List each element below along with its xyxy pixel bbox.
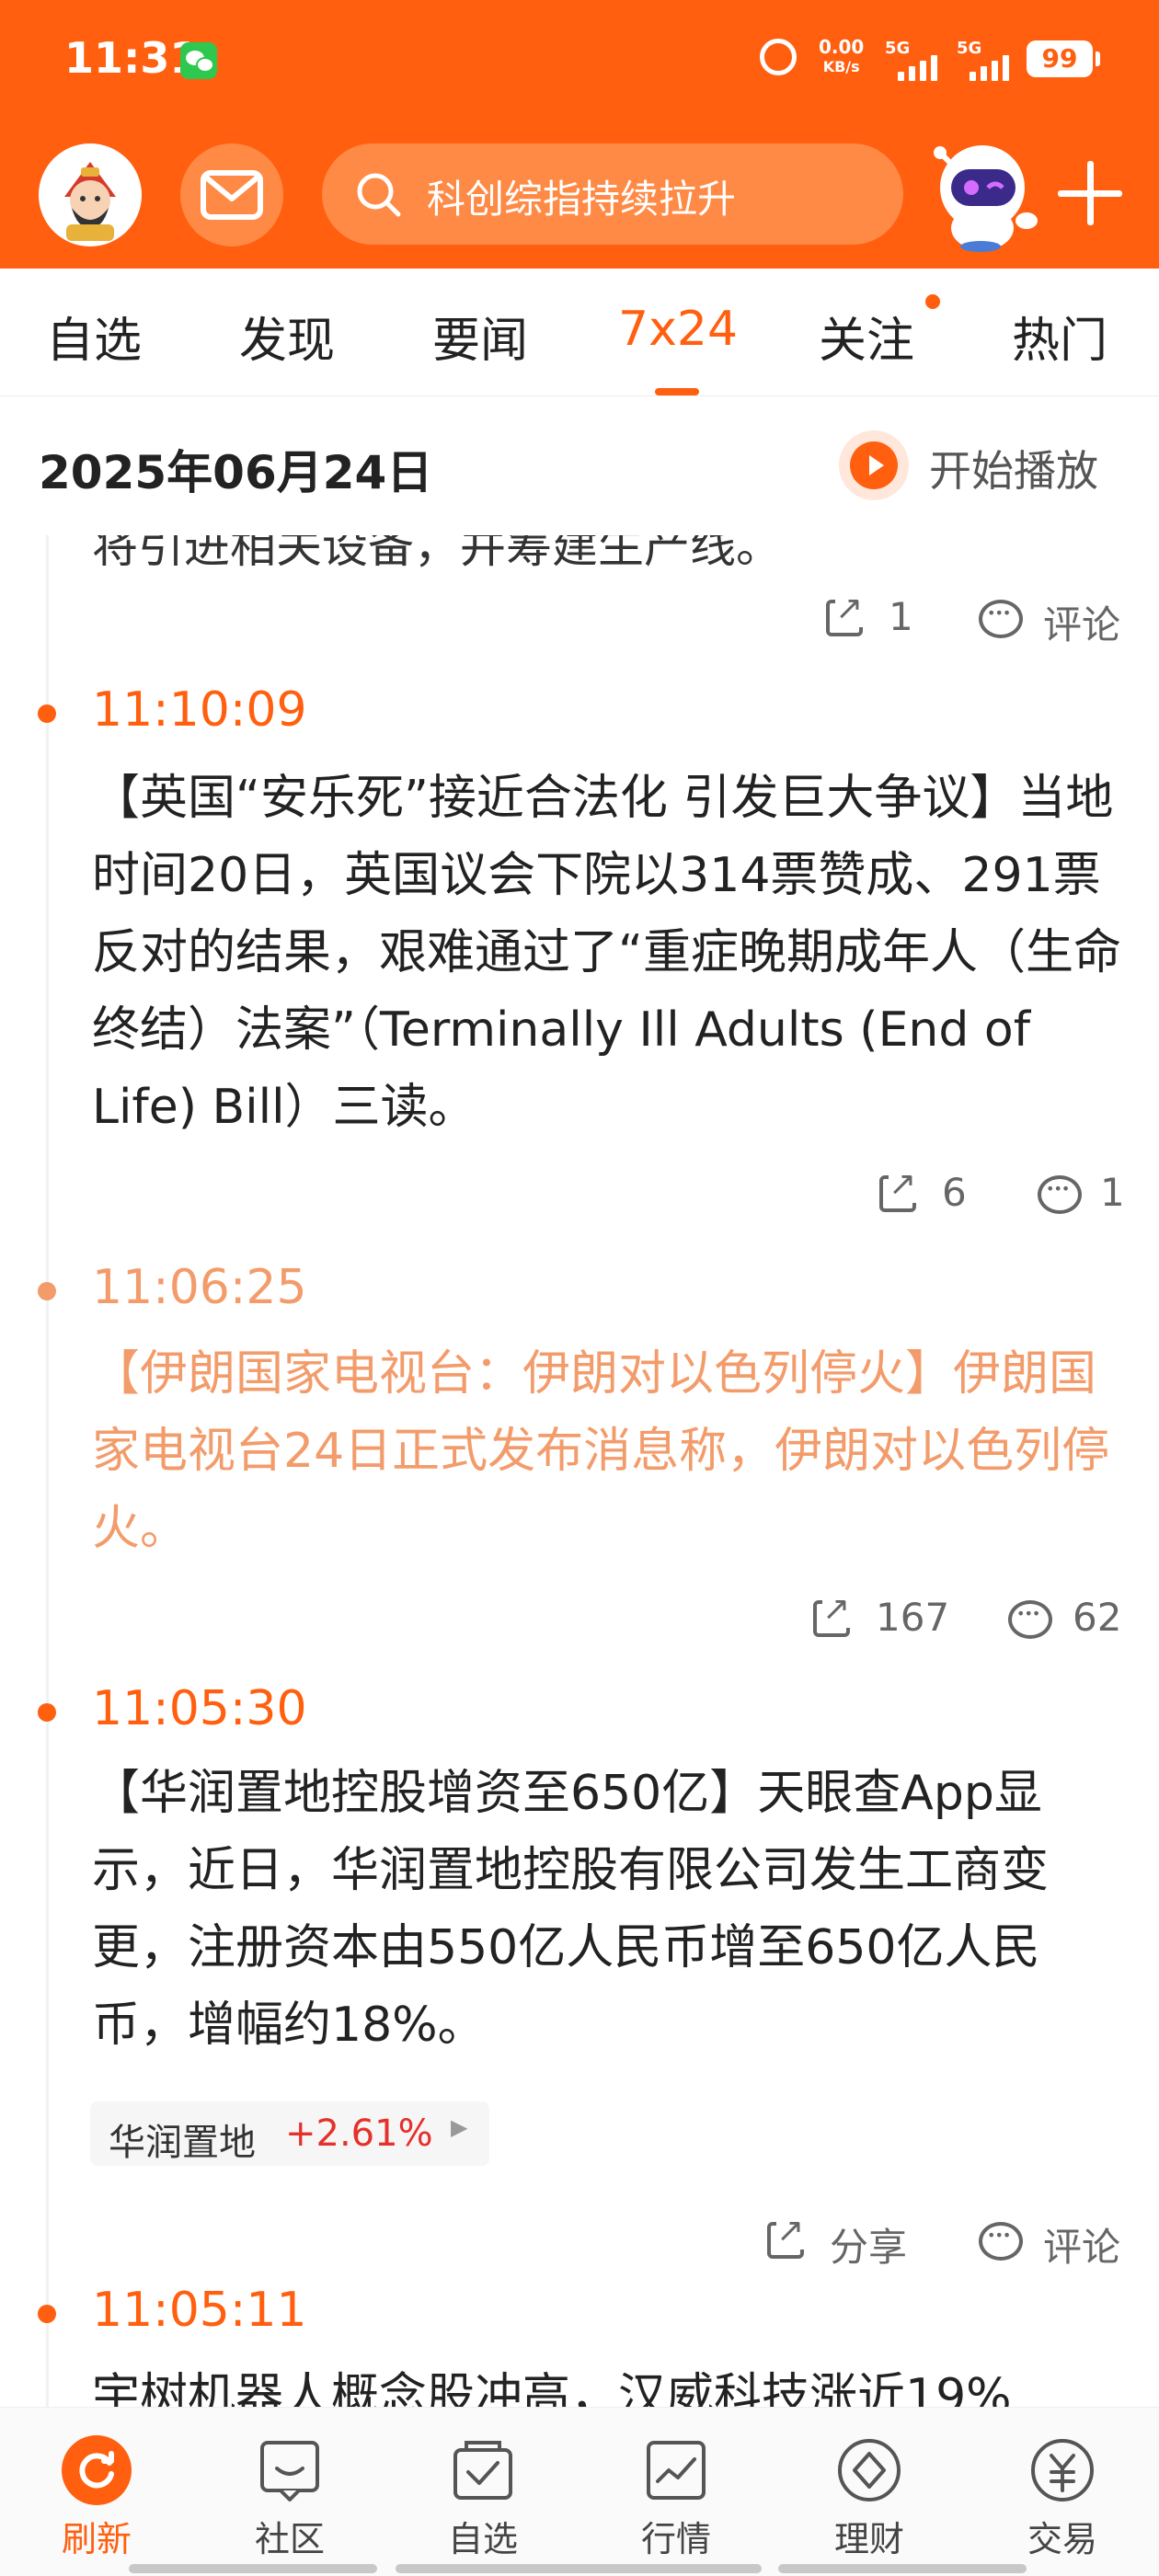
play-label[interactable]: 开始播放	[929, 438, 1098, 498]
tab-following[interactable]: 关注	[819, 302, 914, 371]
tab-headlines[interactable]: 要闻	[432, 302, 528, 371]
tab-discover[interactable]: 发现	[239, 302, 335, 371]
play-button[interactable]	[839, 430, 909, 500]
comment-count[interactable]: 1	[1100, 1170, 1125, 1215]
play-icon	[850, 441, 898, 489]
news-feed[interactable]: 将引进相关设备，并筹建生产线。 1 评论 11:10:09 【英国“安乐死”接近…	[0, 535, 1159, 2407]
avatar[interactable]	[39, 143, 142, 246]
stock-chip[interactable]: 华润置地 +2.61% ▶	[90, 2101, 489, 2166]
status-time: 11:31	[64, 33, 200, 83]
watchlist-icon	[453, 2441, 512, 2500]
comment-icon[interactable]	[1008, 1600, 1052, 1639]
wechat-notification-icon	[180, 42, 217, 79]
signal-1: 5G	[885, 39, 937, 81]
search-placeholder: 科创综指持续拉升	[427, 177, 737, 222]
caishen-avatar-icon	[39, 143, 142, 246]
active-tab-indicator	[655, 388, 699, 395]
comment-icon[interactable]	[979, 2222, 1023, 2261]
chevron-right-icon: ▶	[451, 2114, 468, 2140]
timeline-line	[46, 535, 49, 2407]
community-icon	[260, 2441, 319, 2502]
comment-count[interactable]: 62	[1073, 1595, 1121, 1640]
feed-date: 2025年06月24日	[39, 446, 433, 499]
nav-refresh[interactable]: 刷新	[0, 2408, 193, 2576]
comment-count[interactable]: 评论	[1043, 594, 1120, 650]
trade-icon	[1031, 2439, 1094, 2502]
search-input[interactable]: 科创综指持续拉升	[322, 143, 903, 245]
nav-label: 社区	[254, 2519, 325, 2559]
share-count[interactable]: 167	[876, 1595, 949, 1640]
comment-icon[interactable]	[979, 600, 1023, 638]
share-count[interactable]: 1	[889, 594, 913, 639]
tab-hot[interactable]: 热门	[1012, 302, 1107, 371]
nav-label: 自选	[447, 2519, 518, 2559]
message-button[interactable]	[180, 143, 283, 246]
signal-bars-icon	[970, 55, 1009, 81]
nav-label: 交易	[1027, 2519, 1097, 2559]
nav-community[interactable]: 社区	[193, 2408, 386, 2576]
app-header: 11:31 0.00 KB/s 5G 5G 99 科创综指持续拉升	[0, 0, 1159, 269]
comment-label[interactable]: 评论	[1043, 2216, 1120, 2273]
new-content-dot	[925, 294, 940, 309]
search-icon	[357, 173, 401, 217]
net-speed-value: 0.00	[819, 36, 865, 58]
share-label[interactable]: 分享	[830, 2216, 907, 2273]
news-time: 11:06:25	[92, 1260, 307, 1315]
network-speed: 0.00 KB/s	[819, 37, 864, 77]
news-time: 11:05:30	[92, 1681, 307, 1736]
gesture-bar	[778, 2564, 1027, 2573]
news-content[interactable]: 【英国“安乐死”接近合法化 引发巨大争议】当地时间20日，英国议会下院以314票…	[92, 760, 1122, 1146]
gesture-bar	[396, 2564, 762, 2573]
timeline-dot	[38, 2305, 56, 2323]
stock-name: 华润置地	[109, 2122, 256, 2164]
battery-icon: 99	[1027, 40, 1100, 77]
market-icon	[647, 2441, 706, 2500]
net-speed-unit: KB/s	[822, 58, 860, 75]
gesture-bar	[129, 2564, 377, 2573]
share-icon[interactable]	[879, 1166, 917, 1212]
share-icon[interactable]	[826, 590, 864, 636]
refresh-icon	[62, 2435, 132, 2505]
mail-icon	[201, 170, 263, 220]
tab-7x24[interactable]: 7x24	[618, 302, 738, 357]
news-time: 11:10:09	[92, 682, 307, 738]
plus-icon-vertical[interactable]	[1087, 161, 1094, 225]
news-content[interactable]: 【伊朗国家电视台：伊朗对以色列停火】伊朗国家电视台24日正式发布消息称，伊朗对以…	[92, 1335, 1122, 1567]
nav-watchlist[interactable]: 自选	[386, 2408, 580, 2576]
nav-market[interactable]: 行情	[580, 2408, 773, 2576]
signal-bars-icon	[898, 55, 937, 81]
truncated-previous-text: 将引进相关设备，并筹建生产线。	[92, 535, 782, 573]
nav-wealth[interactable]: 理财	[773, 2408, 966, 2576]
robot-assistant-button[interactable]	[924, 136, 1043, 254]
nav-label: 理财	[833, 2519, 904, 2559]
comment-icon[interactable]	[1038, 1175, 1082, 1214]
news-content[interactable]: 【华润置地控股增资至650亿】天眼查App显示，近日，华润置地控股有限公司发生工…	[92, 1755, 1122, 2064]
nav-label: 行情	[640, 2519, 711, 2559]
share-count[interactable]: 6	[942, 1170, 967, 1215]
wealth-icon	[838, 2439, 901, 2502]
share-icon[interactable]	[767, 2213, 805, 2259]
share-icon[interactable]	[813, 1591, 851, 1637]
tab-bar: 自选 发现 要闻 7x24 关注 热门	[0, 269, 1159, 396]
signal-2: 5G	[957, 39, 1009, 81]
news-time: 11:05:11	[92, 2283, 307, 2338]
timeline-dot	[38, 1703, 56, 1722]
robot-mascot-icon	[934, 145, 1038, 252]
news-content[interactable]: 宇树机器人概念股冲高，汉威科技涨近19%	[92, 2358, 1122, 2407]
tab-watchlist[interactable]: 自选	[46, 302, 142, 371]
stock-change: +2.61%	[285, 2112, 433, 2155]
timeline-dot	[38, 704, 56, 723]
bottom-nav: 刷新 社区 自选 行情 理财 交易	[0, 2407, 1159, 2576]
nav-trade[interactable]: 交易	[966, 2408, 1159, 2576]
alarm-icon	[760, 39, 797, 75]
nav-label: 刷新	[61, 2519, 132, 2559]
timeline-dot	[38, 1282, 56, 1300]
